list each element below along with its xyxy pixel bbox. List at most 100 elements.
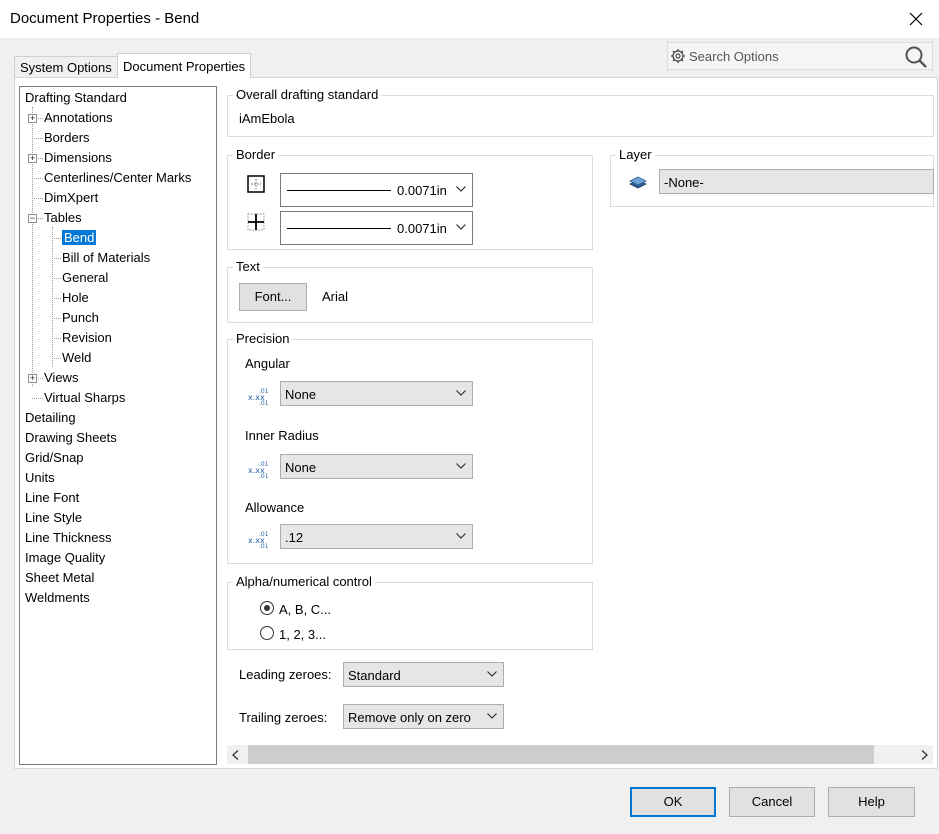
precision-icon: x.xx .01 .01 — [248, 388, 269, 406]
font-button[interactable]: Font... — [239, 283, 307, 311]
leading-zeroes-dropdown[interactable]: Standard — [343, 662, 504, 687]
close-button[interactable] — [893, 0, 939, 38]
alpha-option-label[interactable]: A, B, C... — [279, 602, 331, 617]
tree-item[interactable]: Line Thickness — [25, 529, 111, 547]
svg-text:.01: .01 — [259, 543, 269, 549]
tree-item[interactable]: Line Style — [25, 509, 82, 527]
tree-item[interactable]: Virtual Sharps — [44, 389, 125, 407]
overall-standard-label: Overall drafting standard — [233, 87, 382, 103]
scroll-right-arrow-icon[interactable] — [921, 750, 928, 760]
tree-item[interactable]: Line Font — [25, 489, 79, 507]
angular-dropdown[interactable]: None — [280, 381, 473, 406]
svg-text:.01: .01 — [259, 531, 269, 538]
layer-dropdown[interactable]: -None- — [659, 169, 934, 194]
tree-item-label: Annotations — [44, 110, 113, 125]
outer-border-dropdown[interactable]: 0.0071in — [280, 173, 473, 207]
search-icon[interactable] — [904, 45, 928, 69]
tree-item-label: General — [62, 270, 109, 285]
expand-icon[interactable]: + — [28, 154, 37, 163]
scroll-left-arrow-icon[interactable] — [232, 750, 239, 760]
tree-item[interactable]: Punch — [62, 309, 99, 327]
close-icon — [909, 12, 923, 26]
tree-item[interactable]: Annotations — [44, 109, 113, 127]
tree-item-label: Weldments — [25, 590, 90, 605]
help-button[interactable]: Help — [828, 787, 915, 817]
tree-connector — [32, 198, 43, 199]
layer-value: -None- — [664, 175, 704, 190]
tree-item[interactable]: General — [62, 269, 108, 287]
tree-item-label: Hole — [62, 290, 89, 305]
leading-zeroes-label: Leading zeroes: — [239, 667, 332, 682]
tree-item-label: Units — [25, 470, 55, 485]
tree-item[interactable]: Units — [25, 469, 55, 487]
tree-item[interactable]: Centerlines/Center Marks — [44, 169, 191, 187]
tree-connector — [52, 298, 61, 299]
tree-item[interactable]: Image Quality — [25, 549, 105, 567]
tree-item[interactable]: Dimensions — [44, 149, 112, 167]
outer-border-icon — [247, 175, 265, 193]
tree-item-label: Virtual Sharps — [44, 390, 126, 405]
tree-item[interactable]: Tables — [44, 209, 82, 227]
outer-border-line-preview — [287, 190, 391, 191]
tree-item-label: Weld — [62, 350, 92, 365]
collapse-icon[interactable]: − — [28, 214, 37, 223]
numeric-option-label[interactable]: 1, 2, 3... — [279, 627, 326, 642]
inner-border-dropdown[interactable]: 0.0071in — [280, 211, 473, 245]
tree-item[interactable]: Views — [44, 369, 78, 387]
tree-item-label: Dimensions — [44, 150, 112, 165]
tree-item[interactable]: Detailing — [25, 409, 76, 427]
tree-item-label: Line Style — [25, 510, 83, 525]
tree-item-label: Tables — [44, 210, 82, 225]
tree-item[interactable]: Borders — [44, 129, 90, 147]
cancel-button[interactable]: Cancel — [729, 787, 815, 817]
tree-item[interactable]: Hole — [62, 289, 89, 307]
tree-item[interactable]: Drawing Sheets — [25, 429, 117, 447]
alpha-radio[interactable] — [260, 601, 274, 615]
search-input[interactable]: Search Options — [689, 49, 779, 64]
options-tree[interactable]: Drafting Standard Annotations + Borders Dime… — [19, 86, 217, 765]
tree-connector — [32, 107, 33, 387]
tree-item[interactable]: DimXpert — [44, 189, 98, 207]
trailing-zeroes-dropdown[interactable]: Remove only on zero — [343, 704, 504, 729]
help-button-label: Help — [858, 794, 885, 809]
numeric-radio[interactable] — [260, 626, 274, 640]
horizontal-scrollbar[interactable] — [227, 745, 933, 764]
text-label: Text — [233, 259, 263, 275]
precision-label: Precision — [233, 331, 293, 347]
tree-item-label: Image Quality — [25, 550, 106, 565]
tree-item[interactable]: Bill of Materials — [62, 249, 150, 267]
allowance-dropdown[interactable]: .12 — [280, 524, 473, 549]
allowance-label: Allowance — [245, 500, 305, 515]
leading-zeroes-value: Standard — [348, 668, 401, 683]
tree-item-label: Borders — [44, 130, 90, 145]
inner-radius-dropdown[interactable]: None — [280, 454, 473, 479]
tree-item[interactable]: Grid/Snap — [25, 449, 84, 467]
tree-item-label: DimXpert — [44, 190, 99, 205]
angular-label: Angular — [245, 356, 290, 371]
tab-document-properties[interactable]: Document Properties — [117, 53, 252, 78]
tree-item[interactable]: Drafting Standard — [25, 89, 127, 107]
precision-icon: x.xx .01 .01 — [248, 531, 269, 549]
trailing-zeroes-label: Trailing zeroes: — [239, 710, 328, 725]
svg-text:.01: .01 — [259, 473, 269, 479]
scrollbar-thumb[interactable] — [248, 745, 874, 764]
tree-item-label: Line Thickness — [25, 530, 112, 545]
tree-item-label: Bill of Materials — [62, 250, 151, 265]
search-options-box[interactable]: Search Options — [667, 42, 933, 70]
tab-system-options[interactable]: System Options — [14, 56, 118, 77]
tree-item[interactable]: Weldments — [25, 589, 90, 607]
tree-item[interactable]: Weld — [62, 349, 91, 367]
expand-icon[interactable]: + — [28, 114, 37, 123]
tree-item[interactable]: Revision — [62, 329, 112, 347]
svg-text:.01: .01 — [259, 461, 269, 468]
svg-text:.01: .01 — [259, 400, 269, 406]
expand-icon[interactable]: + — [28, 374, 37, 383]
tree-item[interactable]: Sheet Metal — [25, 569, 94, 587]
gear-icon — [671, 49, 685, 63]
tree-connector — [52, 318, 61, 319]
tree-connector — [52, 338, 61, 339]
ok-button[interactable]: OK — [630, 787, 716, 817]
chevron-down-icon — [487, 713, 497, 719]
font-button-label: Font... — [254, 289, 292, 304]
tree-item[interactable]: Bend — [62, 229, 97, 247]
